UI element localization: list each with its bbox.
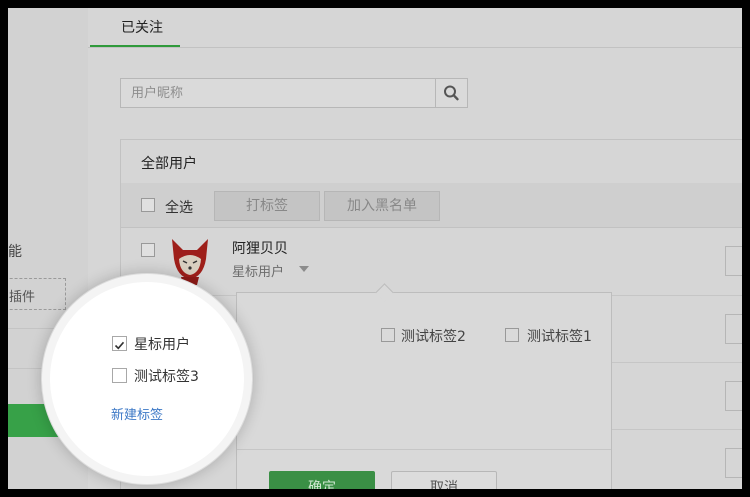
row-action-button[interactable] xyxy=(725,381,742,411)
add-to-blacklist-button[interactable]: 加入黑名单 xyxy=(324,191,440,221)
user-row: 阿狸贝贝 星标用户 xyxy=(121,227,742,295)
user-group-header: 全部用户 xyxy=(121,140,742,184)
new-tag-link[interactable]: 新建标签 xyxy=(111,404,163,423)
tag-button[interactable]: 打标签 xyxy=(214,191,320,221)
row-action-button[interactable] xyxy=(725,246,742,276)
tag-option-label: 星标用户 xyxy=(134,337,190,353)
caret-down-icon[interactable] xyxy=(299,266,309,272)
tag-option-checkbox[interactable] xyxy=(112,368,127,383)
tag-option-label: 测试标签2 xyxy=(401,329,466,345)
tag-option-checkbox[interactable] xyxy=(112,336,127,351)
search-button[interactable] xyxy=(435,79,467,107)
user-row-checkbox[interactable] xyxy=(141,243,155,257)
cancel-button[interactable]: 取消 xyxy=(391,471,497,489)
tab-followed[interactable]: 已关注 xyxy=(90,8,180,47)
tag-option-label: 测试标签3 xyxy=(134,369,199,385)
avatar[interactable] xyxy=(169,237,211,285)
confirm-button[interactable]: 确定 xyxy=(269,471,375,489)
tag-popover: 测试标签2 测试标签1 确定 取消 xyxy=(236,283,612,489)
sidebar-partial-text: 能 xyxy=(8,244,22,260)
user-toolbar: 全选 打标签 加入黑名单 xyxy=(121,183,742,228)
select-all-label: 全选 xyxy=(165,200,193,216)
user-name[interactable]: 阿狸贝贝 xyxy=(232,238,288,258)
checkmark-icon xyxy=(114,341,125,350)
row-action-button[interactable] xyxy=(725,314,742,344)
tab-followed-label: 已关注 xyxy=(121,20,163,36)
magnifier-spotlight: 星标用户 测试标签3 新建标签 xyxy=(50,282,244,476)
app-window: 能 插件 已关注 全部用户 xyxy=(8,8,742,489)
search-box xyxy=(120,78,468,108)
tag-option-label: 测试标签1 xyxy=(527,329,592,345)
search-input[interactable] xyxy=(121,79,437,107)
plugin-dashed-box[interactable]: 插件 xyxy=(8,278,66,310)
search-icon xyxy=(444,85,459,101)
select-all-checkbox[interactable] xyxy=(141,198,155,212)
user-tag-label[interactable]: 星标用户 xyxy=(232,261,284,280)
plugin-dashed-box-label: 插件 xyxy=(9,290,36,305)
row-action-button[interactable] xyxy=(725,448,742,478)
tag-option-checkbox[interactable] xyxy=(505,328,519,342)
tag-option-checkbox[interactable] xyxy=(381,328,395,342)
popover-divider xyxy=(237,449,611,450)
user-group-title: 全部用户 xyxy=(141,156,197,172)
tab-bar: 已关注 xyxy=(88,8,742,48)
